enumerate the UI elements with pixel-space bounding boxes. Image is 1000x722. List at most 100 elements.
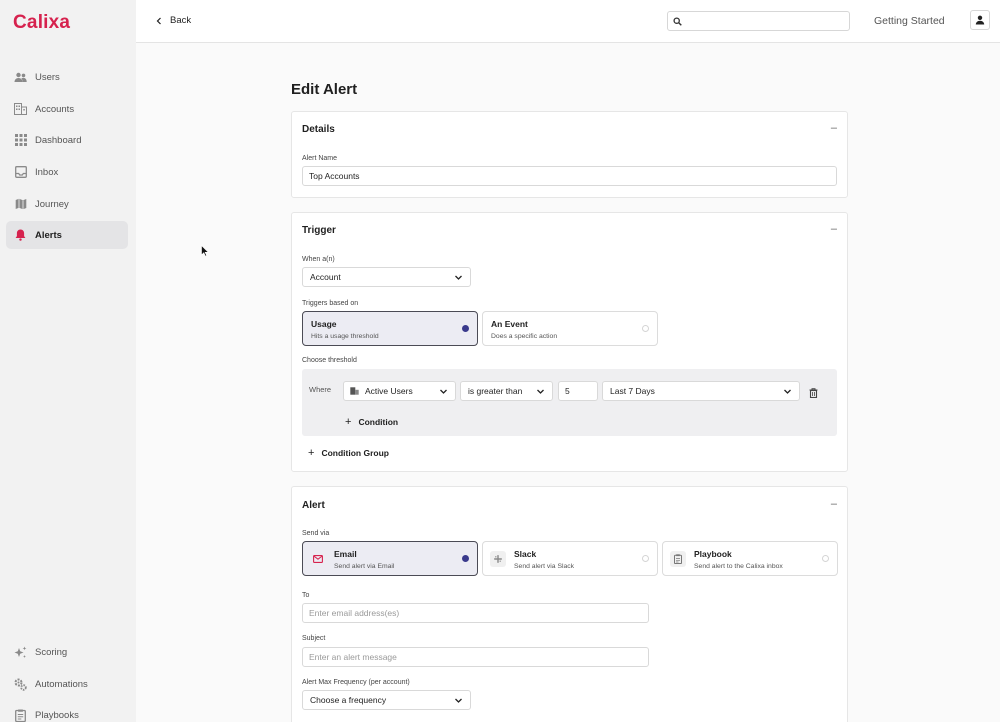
delete-condition-button[interactable] <box>809 385 818 403</box>
option-title: Slack <box>514 549 537 559</box>
alert-title: Alert <box>302 500 325 511</box>
alert-name-input[interactable]: Top Accounts <box>302 166 837 186</box>
top-bar: Back Getting Started <box>136 0 1000 43</box>
sidebar-item-label: Alerts <box>35 229 62 241</box>
option-subtitle: Send alert to the Calixa inbox <box>694 563 783 570</box>
operator-select[interactable]: is greater than <box>460 381 553 401</box>
option-title: An Event <box>491 319 528 329</box>
clipboard-icon <box>670 551 686 567</box>
sidebar-item-playbooks[interactable]: Playbooks <box>6 701 128 722</box>
radio-selected <box>462 555 469 562</box>
sidebar-item-label: Inbox <box>35 166 59 178</box>
chevron-down-icon <box>784 389 791 394</box>
details-collapse-button[interactable]: – <box>831 122 837 134</box>
option-title: Playbook <box>694 549 732 559</box>
plus-icon: + <box>345 416 352 428</box>
bell-icon <box>14 229 27 242</box>
radio-unselected <box>822 555 829 562</box>
radio-selected <box>462 325 469 332</box>
chevron-left-icon <box>156 17 161 24</box>
sidebar-item-label: Journey <box>35 198 69 210</box>
trigger-title: Trigger <box>302 225 336 236</box>
radio-unselected <box>642 555 649 562</box>
frequency-select-value: Choose a frequency <box>310 695 387 705</box>
cogs-icon <box>14 678 27 691</box>
app-logo: Calixa <box>13 12 71 33</box>
period-select[interactable]: Last 7 Days <box>602 381 800 401</box>
getting-started-link[interactable]: Getting Started <box>874 15 945 27</box>
channel-option-slack[interactable]: Slack Send alert via Slack <box>482 541 658 576</box>
sidebar-item-label: Accounts <box>35 103 75 115</box>
mail-icon <box>310 551 326 567</box>
users-icon <box>14 71 27 84</box>
mouse-cursor-icon <box>201 245 209 257</box>
inbox-icon <box>14 166 27 179</box>
sidebar-item-alerts[interactable]: Alerts <box>6 221 128 249</box>
clipboard-icon <box>14 709 27 722</box>
plus-icon: + <box>308 447 315 459</box>
triggers-based-on-label: Triggers based on <box>302 300 359 307</box>
search-input[interactable] <box>667 11 850 31</box>
entity-select[interactable]: Account <box>302 267 471 287</box>
channel-option-email[interactable]: Email Send alert via Email <box>302 541 478 576</box>
frequency-label: Alert Max Frequency (per account) <box>302 679 410 686</box>
chevron-down-icon <box>537 389 544 394</box>
to-email-input[interactable]: Enter email address(es) <box>302 603 649 623</box>
add-condition-group-label: Condition Group <box>321 448 389 458</box>
sidebar-item-label: Automations <box>35 678 88 690</box>
alert-name-label: Alert Name <box>302 155 338 162</box>
sidebar-item-label: Users <box>35 71 60 83</box>
sidebar-item-inbox[interactable]: Inbox <box>6 158 128 186</box>
chevron-down-icon <box>440 389 447 394</box>
alert-card: Alert – Send via Email Send alert via Em… <box>291 486 848 722</box>
option-subtitle: Hits a usage threshold <box>311 333 379 340</box>
sidebar-item-label: Dashboard <box>35 134 82 146</box>
subject-input[interactable]: Enter an alert message <box>302 647 649 667</box>
back-button[interactable]: Back <box>156 15 191 26</box>
back-label: Back <box>170 15 192 26</box>
where-label: Where <box>309 385 332 394</box>
sidebar-item-label: Playbooks <box>35 709 79 721</box>
page-title: Edit Alert <box>291 81 358 98</box>
option-title: Email <box>334 549 357 559</box>
threshold-number-input[interactable]: 5 <box>558 381 598 401</box>
period-select-value: Last 7 Days <box>610 386 655 396</box>
option-subtitle: Send alert via Slack <box>514 563 575 570</box>
alert-collapse-button[interactable]: – <box>831 498 837 510</box>
details-card: Details – Alert Name Top Accounts <box>291 111 848 198</box>
sidebar-item-scoring[interactable]: Scoring <box>6 638 128 666</box>
user-menu-button[interactable] <box>970 10 990 30</box>
map-icon <box>14 198 27 211</box>
search-icon <box>673 16 682 26</box>
trash-icon <box>809 388 818 399</box>
add-condition-group-button[interactable]: + Condition Group <box>308 447 389 459</box>
option-subtitle: Does a specific action <box>491 333 558 340</box>
when-label: When a(n) <box>302 256 335 263</box>
trigger-option-event[interactable]: An Event Does a specific action <box>482 311 658 346</box>
sidebar-item-dashboard[interactable]: Dashboard <box>6 126 128 154</box>
threshold-group: Where Active Users is greater than 5 Las… <box>302 369 837 436</box>
entity-select-value: Account <box>310 272 341 282</box>
chevron-down-icon <box>455 275 462 280</box>
add-condition-label: Condition <box>358 417 399 427</box>
trigger-collapse-button[interactable]: – <box>831 223 837 235</box>
subject-label: Subject <box>302 635 326 642</box>
chevron-down-icon <box>455 698 462 703</box>
user-icon <box>975 15 985 25</box>
frequency-select[interactable]: Choose a frequency <box>302 690 471 710</box>
sidebar-item-users[interactable]: Users <box>6 63 128 91</box>
add-condition-button[interactable]: + Condition <box>345 416 398 428</box>
sidebar-item-label: Scoring <box>35 646 68 658</box>
metric-select[interactable]: Active Users <box>343 381 456 401</box>
grid-icon <box>14 134 27 147</box>
building-icon <box>350 387 359 395</box>
sidebar: Calixa Users Accounts Dashboard Inbox Jo… <box>0 0 136 722</box>
slack-icon <box>490 551 506 567</box>
sidebar-item-journey[interactable]: Journey <box>6 190 128 218</box>
details-title: Details <box>302 124 335 135</box>
channel-option-playbook[interactable]: Playbook Send alert to the Calixa inbox <box>662 541 838 576</box>
sidebar-item-automations[interactable]: Automations <box>6 670 128 698</box>
trigger-card: Trigger – When a(n) Account Triggers bas… <box>291 212 848 472</box>
sidebar-item-accounts[interactable]: Accounts <box>6 95 128 123</box>
trigger-option-usage[interactable]: Usage Hits a usage threshold <box>302 311 478 346</box>
